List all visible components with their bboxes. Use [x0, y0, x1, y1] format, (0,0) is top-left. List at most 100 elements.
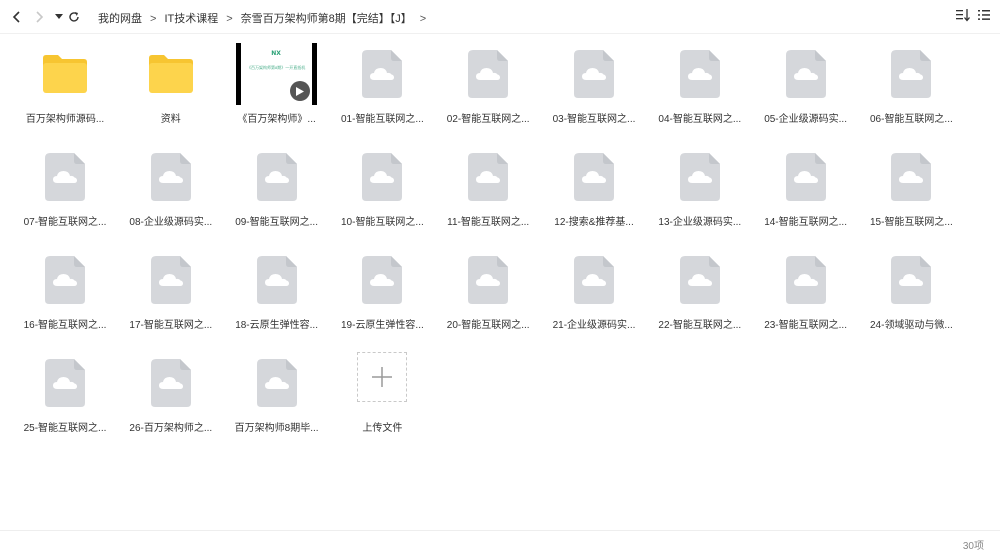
file-item[interactable]: 07-智能互联网之...	[12, 143, 118, 243]
cloud-file-icon	[41, 248, 89, 312]
file-name-label: 13-企业级源码实...	[658, 217, 742, 228]
file-name-label: 06-智能互联网之...	[869, 114, 953, 125]
file-item[interactable]: 12-搜索&推荐基...	[541, 143, 647, 243]
video-thumbnail: NX 《百万架构师第8期》一开直抵机	[235, 43, 317, 105]
file-name-label: 17-智能互联网之...	[129, 320, 213, 331]
cloud-file-icon	[253, 248, 301, 312]
cloud-file-icon	[464, 42, 512, 106]
file-item[interactable]: 15-智能互联网之...	[858, 143, 964, 243]
file-name-label: 15-智能互联网之...	[869, 217, 953, 228]
cloud-file-icon	[464, 145, 512, 209]
cloud-file-icon	[782, 248, 830, 312]
breadcrumb-item-current-folder[interactable]: 奈雪百万架构师第8期【完结】【J】	[241, 10, 412, 26]
folder-icon	[147, 42, 195, 106]
list-view-icon	[978, 10, 990, 20]
file-item[interactable]: 16-智能互联网之...	[12, 246, 118, 346]
file-item[interactable]: 13-企业级源码实...	[647, 143, 753, 243]
folder-item[interactable]: 百万架构师源码...	[12, 40, 118, 140]
refresh-icon	[69, 12, 79, 22]
file-name-label: 25-智能互联网之...	[23, 423, 107, 434]
file-name-label: 03-智能互联网之...	[552, 114, 636, 125]
top-toolbar: 我的网盘 > IT技术课程 > 奈雪百万架构师第8期【完结】【J】 >	[0, 0, 1000, 34]
breadcrumb-separator: >	[419, 13, 427, 25]
file-item[interactable]: 18-云原生弹性容...	[224, 246, 330, 346]
status-bar: 30项	[0, 530, 1000, 556]
file-item[interactable]: 17-智能互联网之...	[118, 246, 224, 346]
file-item[interactable]: 14-智能互联网之...	[753, 143, 859, 243]
upload-file-button[interactable]: 上传文件	[329, 349, 435, 449]
cloud-file-icon	[253, 351, 301, 415]
cloud-file-icon	[358, 145, 406, 209]
cloud-file-icon	[887, 145, 935, 209]
file-name-label: 18-云原生弹性容...	[235, 320, 318, 331]
list-view-button[interactable]	[977, 8, 995, 26]
file-item[interactable]: 09-智能互联网之...	[224, 143, 330, 243]
file-name-label: 19-云原生弹性容...	[340, 320, 424, 331]
cloud-file-icon	[358, 42, 406, 106]
file-name-label: 21-企业级源码实...	[552, 320, 636, 331]
chevron-right-icon	[36, 11, 44, 23]
cloud-file-icon	[147, 351, 195, 415]
plus-icon	[372, 367, 393, 387]
cloud-file-icon	[676, 248, 724, 312]
file-name-label: 《百万架构师》...	[237, 114, 316, 125]
item-count: 30项	[962, 541, 984, 552]
file-name-label: 百万架构师源码...	[25, 114, 105, 125]
breadcrumb: 我的网盘 > IT技术课程 > 奈雪百万架构师第8期【完结】【J】 >	[98, 10, 434, 26]
file-item[interactable]: 04-智能互联网之...	[647, 40, 753, 140]
file-item[interactable]: 19-云原生弹性容...	[329, 246, 435, 346]
file-name-label: 20-智能互联网之...	[446, 320, 530, 331]
file-item[interactable]: 21-企业级源码实...	[541, 246, 647, 346]
cloud-file-icon	[676, 145, 724, 209]
file-item[interactable]: 02-智能互联网之...	[435, 40, 541, 140]
cloud-file-icon	[570, 42, 618, 106]
file-name-label: 23-智能互联网之...	[764, 320, 847, 331]
cloud-file-icon	[570, 248, 618, 312]
file-item[interactable]: 01-智能互联网之...	[329, 40, 435, 140]
file-name-label: 01-智能互联网之...	[340, 114, 424, 125]
file-name-label: 11-智能互联网之...	[447, 217, 530, 228]
breadcrumb-item-it-courses[interactable]: IT技术课程	[164, 10, 218, 26]
file-item[interactable]: 25-智能互联网之...	[12, 349, 118, 449]
file-name-label: 02-智能互联网之...	[446, 114, 530, 125]
file-name-label: 上传文件	[362, 423, 403, 434]
file-item[interactable]: 百万架构师8期毕...	[224, 349, 330, 449]
file-name-label: 资料	[160, 114, 181, 125]
file-item[interactable]: 22-智能互联网之...	[647, 246, 753, 346]
cloud-file-icon	[782, 42, 830, 106]
folder-item[interactable]: 资料	[118, 40, 224, 140]
file-name-label: 12-搜索&推荐基...	[554, 217, 634, 228]
back-button[interactable]	[8, 8, 26, 26]
file-item[interactable]: 26-百万架构师之...	[118, 349, 224, 449]
cloud-file-icon	[676, 42, 724, 106]
sort-button[interactable]	[955, 8, 973, 26]
caret-down-icon	[55, 14, 63, 19]
file-name-label: 10-智能互联网之...	[340, 217, 424, 228]
chevron-left-icon	[12, 11, 20, 23]
breadcrumb-separator: >	[150, 13, 157, 25]
refresh-button[interactable]	[65, 8, 83, 26]
file-item[interactable]: 11-智能互联网之...	[435, 143, 541, 243]
file-name-label: 08-企业级源码实...	[129, 217, 213, 228]
cloud-file-icon	[147, 248, 195, 312]
file-item[interactable]: 08-企业级源码实...	[118, 143, 224, 243]
file-item[interactable]: 20-智能互联网之...	[435, 246, 541, 346]
file-item[interactable]: 06-智能互联网之...	[858, 40, 964, 140]
video-file-item[interactable]: 《百万架构师》... NX 《百万架构师第8期》一开直抵机	[224, 40, 330, 140]
video-thumb-title: NX	[271, 50, 281, 57]
file-item[interactable]: 10-智能互联网之...	[329, 143, 435, 243]
play-icon	[289, 81, 310, 101]
file-name-label: 26-百万架构师之...	[129, 423, 213, 434]
cloud-file-icon	[41, 145, 89, 209]
sort-icon	[956, 9, 970, 22]
folder-icon	[41, 42, 89, 106]
file-item[interactable]: 05-企业级源码实...	[753, 40, 859, 140]
breadcrumb-separator: >	[226, 13, 233, 25]
file-item[interactable]: 23-智能互联网之...	[753, 246, 859, 346]
cloud-file-icon	[464, 248, 512, 312]
file-name-label: 24-领域驱动与微...	[869, 320, 953, 331]
file-item[interactable]: 24-领域驱动与微...	[858, 246, 964, 346]
forward-button[interactable]	[30, 8, 48, 26]
breadcrumb-item-my-drive[interactable]: 我的网盘	[98, 10, 142, 26]
file-item[interactable]: 03-智能互联网之...	[541, 40, 647, 140]
